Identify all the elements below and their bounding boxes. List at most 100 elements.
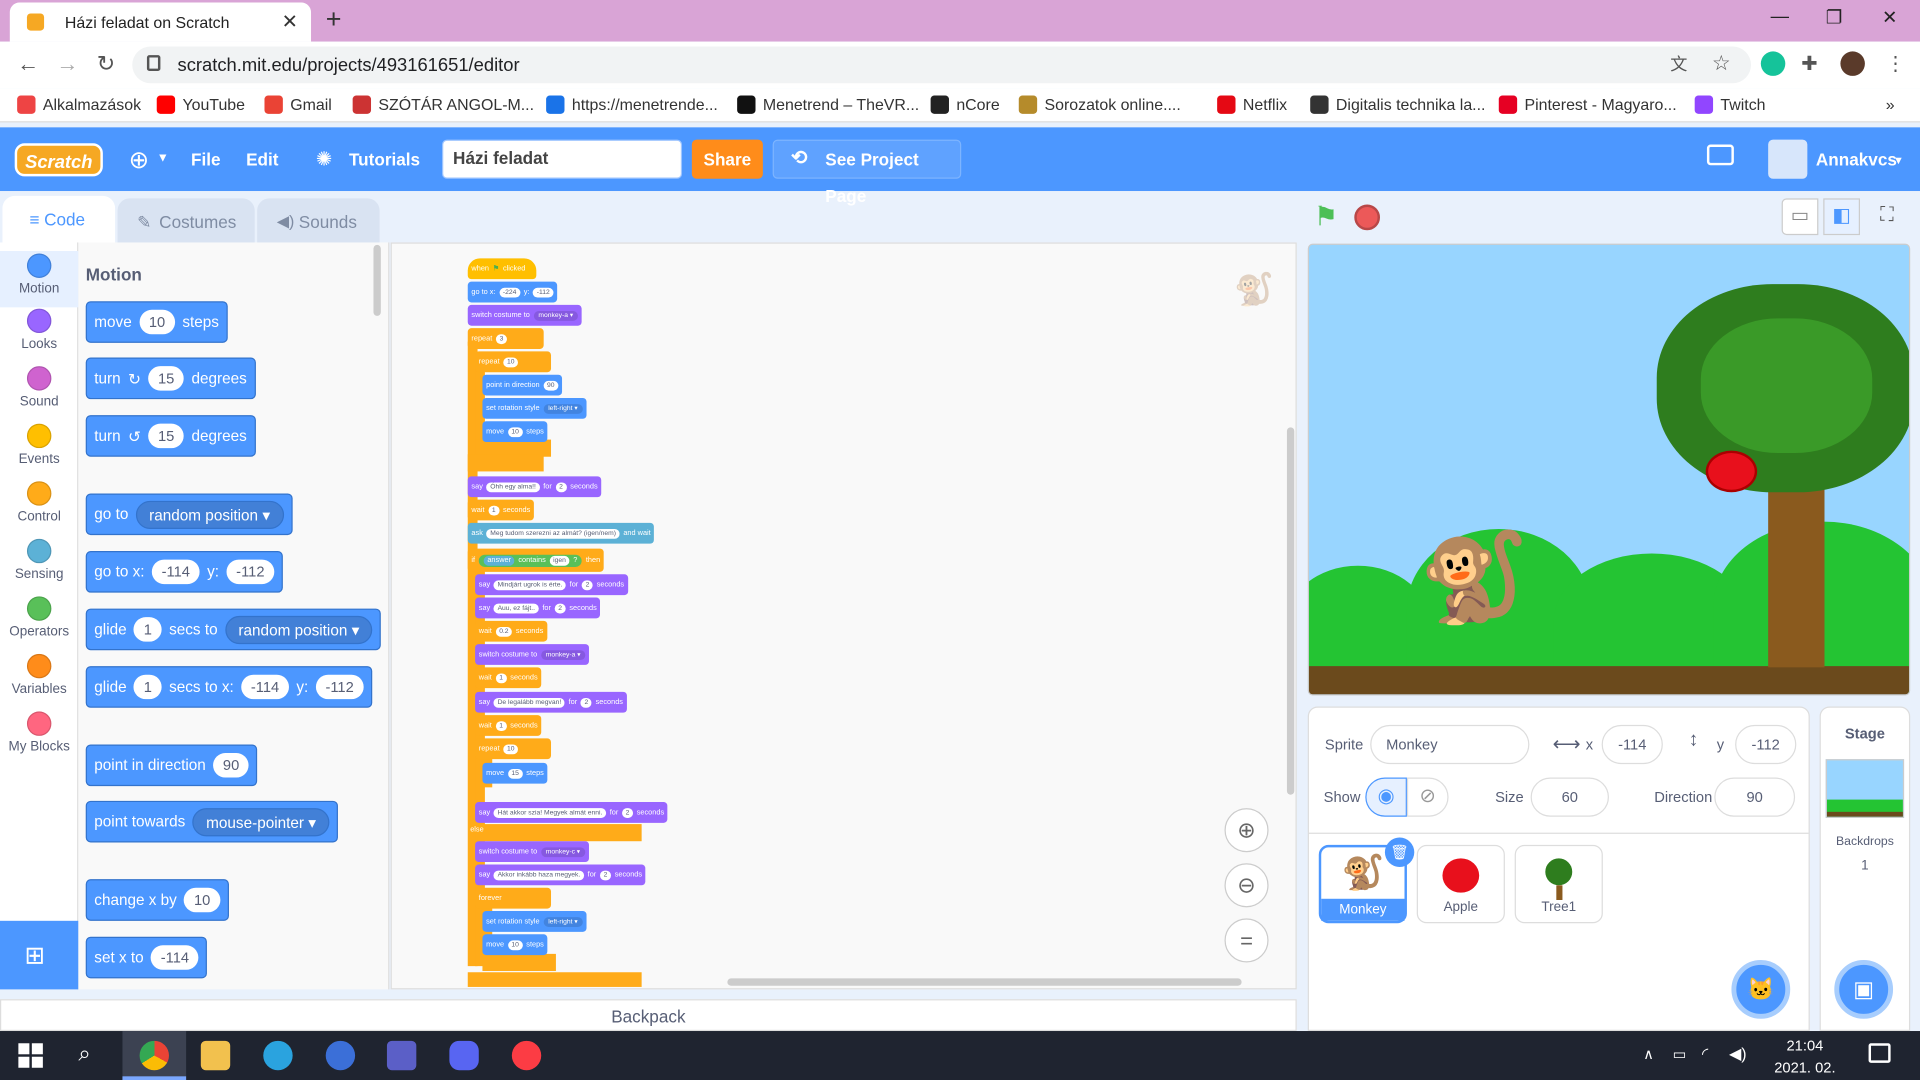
bookmark-item[interactable]: Sorozatok online....: [1018, 95, 1181, 114]
tab-sounds[interactable]: ◀) Sounds: [257, 198, 380, 243]
fullscreen-button[interactable]: ⛶: [1869, 198, 1906, 235]
when-flag-clicked-block[interactable]: when ⚑ clicked: [467, 258, 537, 280]
point-direction-block[interactable]: point in direction 90: [85, 744, 258, 787]
edit-menu[interactable]: Edit: [246, 149, 278, 169]
minimize-icon[interactable]: —: [1771, 6, 1789, 27]
category-looks[interactable]: Looks: [0, 308, 78, 351]
extensions-puzzle-icon[interactable]: ✚: [1801, 51, 1825, 75]
close-window-icon[interactable]: ✕: [1882, 6, 1897, 28]
green-flag-button[interactable]: ⚑: [1314, 201, 1338, 233]
notifications-icon[interactable]: [1868, 1043, 1891, 1063]
say-for-block-3[interactable]: say Auu, ez fájt.. for 2 seconds: [475, 597, 601, 619]
bookmark-item[interactable]: SZÓTÁR ANGOL-M...: [352, 95, 534, 114]
tab-code[interactable]: ≡ Code: [2, 195, 116, 243]
switch-costume-block-3[interactable]: switch costume to monkey-c ▾: [475, 841, 589, 863]
move-script-block-2[interactable]: move 15 steps: [482, 762, 548, 784]
show-hidden-eye-icon[interactable]: ⊘: [1406, 777, 1449, 817]
sprite-thumb-apple[interactable]: Apple: [1416, 844, 1505, 924]
say-for-block-6[interactable]: say Akkor inkább haza megyek. for 2 seconds: [475, 864, 646, 886]
stop-button[interactable]: [1354, 204, 1381, 231]
turn-left-input[interactable]: 15: [148, 423, 185, 449]
small-stage-button[interactable]: ▭: [1781, 198, 1819, 236]
browser-tab[interactable]: Házi feladat on Scratch ✕: [9, 2, 312, 42]
repeat-block[interactable]: repeat 3: [467, 328, 544, 349]
tutorials-menu[interactable]: Tutorials: [349, 149, 420, 169]
script-vertical-scrollbar[interactable]: [1286, 427, 1295, 795]
see-project-page-button[interactable]: ⟲ See Project Page: [772, 139, 962, 206]
show-visible-eye-icon[interactable]: ◉: [1365, 777, 1407, 817]
point-direction-script-block[interactable]: point in direction 90: [482, 374, 562, 396]
translate-icon[interactable]: 文: [1670, 51, 1694, 75]
battery-icon[interactable]: ▭: [1673, 1046, 1687, 1063]
clock-date[interactable]: 2021. 02. 26.: [1763, 1059, 1846, 1080]
say-for-block-4[interactable]: say De legalább megvan! for 2 seconds: [475, 691, 627, 713]
move-steps-block[interactable]: move 10 steps: [85, 301, 228, 343]
account-chevron-down-icon[interactable]: ▼: [1893, 154, 1904, 166]
glide-block[interactable]: glide 1 secs to random position ▾: [85, 608, 382, 651]
repeat-inner-block[interactable]: repeat 10: [475, 351, 552, 373]
backpack-bar[interactable]: Backpack: [0, 999, 1297, 1032]
palette-scrollbar[interactable]: [373, 244, 381, 316]
windows-start-icon[interactable]: [18, 1043, 43, 1068]
bookmark-item[interactable]: Gmail: [264, 95, 332, 114]
go-to-xy-block[interactable]: go to x: -114 y: -112: [85, 551, 283, 593]
chrome-menu-icon[interactable]: ⋮: [1886, 51, 1910, 75]
share-button[interactable]: Share: [691, 139, 763, 179]
url-text[interactable]: scratch.mit.edu/projects/493161651/edito…: [178, 55, 520, 76]
choose-backdrop-button[interactable]: ▣: [1834, 960, 1894, 1019]
say-for-block-5[interactable]: say Hát akkor szia! Megyek almát enni. for…: [475, 802, 668, 823]
omnibox[interactable]: scratch.mit.edu/projects/493161651/edito…: [132, 46, 1752, 84]
username[interactable]: Annakvcs: [1816, 149, 1897, 169]
wait-block-3[interactable]: wait 1 seconds: [475, 667, 542, 689]
stage-canvas[interactable]: 🐒: [1307, 243, 1911, 696]
bookmark-item[interactable]: nCore: [930, 95, 1000, 114]
clock-time[interactable]: 21:04: [1763, 1037, 1846, 1054]
chrome-icon[interactable]: [139, 1040, 169, 1071]
switch-costume-block-2[interactable]: switch costume to monkey-a ▾: [475, 644, 590, 665]
bookmark-star-icon[interactable]: ☆: [1712, 51, 1736, 75]
wait-block[interactable]: wait 1 seconds: [467, 499, 534, 521]
wait-block-4[interactable]: wait 1 seconds: [475, 715, 542, 736]
search-icon[interactable]: ⌕: [78, 1041, 90, 1067]
teams-icon[interactable]: [386, 1040, 417, 1071]
category-operators[interactable]: Operators: [0, 596, 78, 639]
back-icon[interactable]: ←: [17, 51, 39, 77]
zoom-reset-button[interactable]: =: [1224, 918, 1269, 963]
switch-costume-block[interactable]: switch costume to monkey-a ▾: [467, 304, 582, 326]
bookmark-item[interactable]: Alkalmazások: [17, 95, 141, 114]
add-extension-button[interactable]: ⊞: [0, 920, 79, 990]
more-bookmarks-icon[interactable]: »: [1886, 96, 1895, 114]
discord-icon[interactable]: [449, 1040, 479, 1071]
repeat-block-2[interactable]: repeat 10: [475, 738, 552, 760]
set-x-block[interactable]: set x to -114: [85, 936, 208, 979]
user-avatar[interactable]: [1768, 139, 1808, 179]
script-horizontal-scrollbar[interactable]: [727, 978, 1242, 986]
script-area[interactable]: when ⚑ clicked go to x: -224 y: -112 switch c…: [390, 242, 1297, 990]
delete-sprite-trash-icon[interactable]: 🗑: [1384, 837, 1415, 867]
turn-right-input[interactable]: 15: [148, 366, 185, 391]
category-control[interactable]: Control: [0, 481, 78, 524]
move-steps-input[interactable]: 10: [139, 309, 176, 335]
new-tab-icon[interactable]: +: [326, 4, 342, 36]
monkey-sprite-icon[interactable]: 🐒: [1419, 534, 1529, 622]
file-explorer-icon[interactable]: [200, 1040, 231, 1071]
bookmark-item[interactable]: Digitalis technika la...: [1310, 95, 1485, 114]
point-towards-block[interactable]: point towards mouse-pointer ▾: [85, 800, 338, 843]
category-sound[interactable]: Sound: [0, 366, 78, 409]
app-icon[interactable]: [325, 1040, 356, 1071]
change-x-block[interactable]: change x by 10: [85, 879, 229, 921]
go-to-dropdown[interactable]: random position ▾: [135, 500, 284, 529]
turn-left-block[interactable]: turn ↺ 15 degrees: [85, 415, 256, 457]
maximize-icon[interactable]: ❐: [1826, 6, 1842, 28]
ask-wait-block[interactable]: ask Meg tudom szerezni az almát? (igen/ne…: [467, 522, 655, 544]
turn-right-block[interactable]: turn ↻ 15 degrees: [85, 357, 256, 400]
bookmark-item[interactable]: Menetrend – TheVR...: [737, 95, 919, 114]
itunes-icon[interactable]: [511, 1040, 542, 1071]
wifi-icon[interactable]: ◜: [1702, 1044, 1708, 1064]
bookmark-item[interactable]: Netflix: [1217, 95, 1287, 114]
say-for-block[interactable]: say Óhh egy alma!! for 2 seconds: [467, 476, 602, 498]
forward-icon[interactable]: →: [56, 51, 78, 77]
zoom-out-button[interactable]: ⊖: [1224, 863, 1269, 908]
reload-icon[interactable]: ↻: [97, 51, 115, 77]
zoom-in-button[interactable]: ⊕: [1224, 808, 1269, 853]
